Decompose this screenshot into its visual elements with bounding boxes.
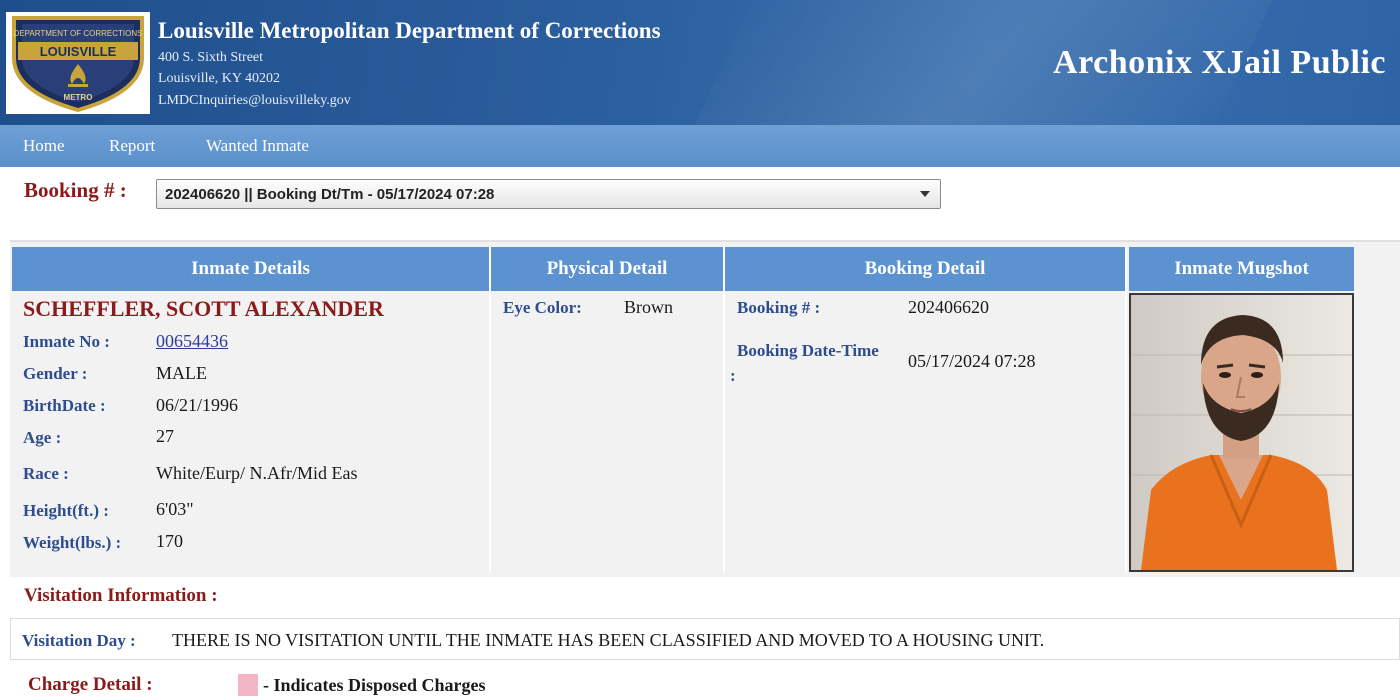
- nav-report[interactable]: Report: [109, 136, 155, 156]
- corrections-badge-icon: LOUISVILLE DEPARTMENT OF CORRECTIONS MET…: [12, 16, 144, 113]
- column-divider: [723, 247, 725, 573]
- birthdate-value: 06/21/1996: [156, 395, 239, 415]
- address-city: Louisville, KY 40202: [158, 71, 280, 86]
- inmate-no-link[interactable]: 00654436: [156, 331, 228, 352]
- race-label: Race :: [23, 464, 69, 483]
- visitation-day-label: Visitation Day :: [22, 631, 136, 650]
- booking-select-value: 202406620 || Booking Dt/Tm - 05/17/2024 …: [165, 186, 495, 203]
- contact-email[interactable]: LMDCInquiries@louisvilleky.gov: [158, 93, 351, 109]
- weight-value: 170: [156, 531, 183, 551]
- charge-detail-title: Charge Detail :: [28, 674, 153, 695]
- gender-label: Gender :: [23, 364, 88, 383]
- age-label: Age :: [23, 428, 62, 447]
- svg-text:METRO: METRO: [64, 93, 93, 102]
- birthdate-label: BirthDate :: [23, 396, 106, 415]
- inmate-no-label: Inmate No :: [23, 332, 110, 351]
- nav-home[interactable]: Home: [23, 136, 65, 156]
- section-header-booking-detail: Booking Detail: [725, 247, 1125, 291]
- booking-datetime-colon: :: [730, 366, 736, 385]
- app-title: Archonix XJail Public: [1053, 44, 1386, 81]
- disposed-charge-swatch: [238, 674, 258, 696]
- visitation-title: Visitation Information :: [24, 585, 218, 606]
- eye-color-value: Brown: [624, 297, 673, 317]
- inmate-name: SCHEFFLER, SCOTT ALEXANDER: [23, 296, 384, 321]
- mugshot-photo-icon: [1131, 295, 1352, 570]
- inmate-mugshot[interactable]: [1129, 293, 1354, 572]
- address-street: 400 S. Sixth Street: [158, 50, 264, 65]
- disposed-charge-legend: - Indicates Disposed Charges: [263, 675, 486, 695]
- weight-label: Weight(lbs.) :: [23, 533, 122, 552]
- site-header: LOUISVILLE DEPARTMENT OF CORRECTIONS MET…: [0, 0, 1400, 125]
- department-name: Louisville Metropolitan Department of Co…: [158, 18, 661, 43]
- booking-select[interactable]: 202406620 || Booking Dt/Tm - 05/17/2024 …: [156, 179, 941, 209]
- nav-wanted-inmate[interactable]: Wanted Inmate: [206, 136, 309, 156]
- booking-select-label: Booking # :: [24, 178, 127, 202]
- height-value: 6'03": [156, 499, 194, 519]
- section-header-inmate-mugshot: Inmate Mugshot: [1129, 247, 1354, 291]
- booking-datetime-value: 05/17/2024 07:28: [908, 351, 1036, 371]
- age-value: 27: [156, 426, 174, 446]
- logo-band-text: LOUISVILLE: [40, 44, 117, 59]
- booking-number-label: Booking # :: [737, 298, 821, 317]
- eye-color-label: Eye Color:: [503, 298, 582, 317]
- column-divider: [489, 247, 491, 573]
- booking-datetime-label: Booking Date-Time: [737, 341, 879, 360]
- department-logo[interactable]: LOUISVILLE DEPARTMENT OF CORRECTIONS MET…: [6, 12, 150, 114]
- booking-number-value: 202406620: [908, 297, 989, 317]
- race-value: White/Eurp/ N.Afr/Mid Eas: [156, 463, 358, 483]
- visitation-day-value: THERE IS NO VISITATION UNTIL THE INMATE …: [172, 630, 1045, 650]
- section-header-physical-detail: Physical Detail: [491, 247, 723, 291]
- height-label: Height(ft.) :: [23, 501, 109, 520]
- section-header-inmate-details: Inmate Details: [12, 247, 489, 291]
- main-nav: Home Report Wanted Inmate: [0, 125, 1400, 167]
- gender-value: MALE: [156, 363, 207, 383]
- column-divider: [1125, 247, 1127, 573]
- chevron-down-icon[interactable]: [920, 191, 930, 197]
- svg-text:DEPARTMENT OF CORRECTIONS: DEPARTMENT OF CORRECTIONS: [14, 29, 143, 38]
